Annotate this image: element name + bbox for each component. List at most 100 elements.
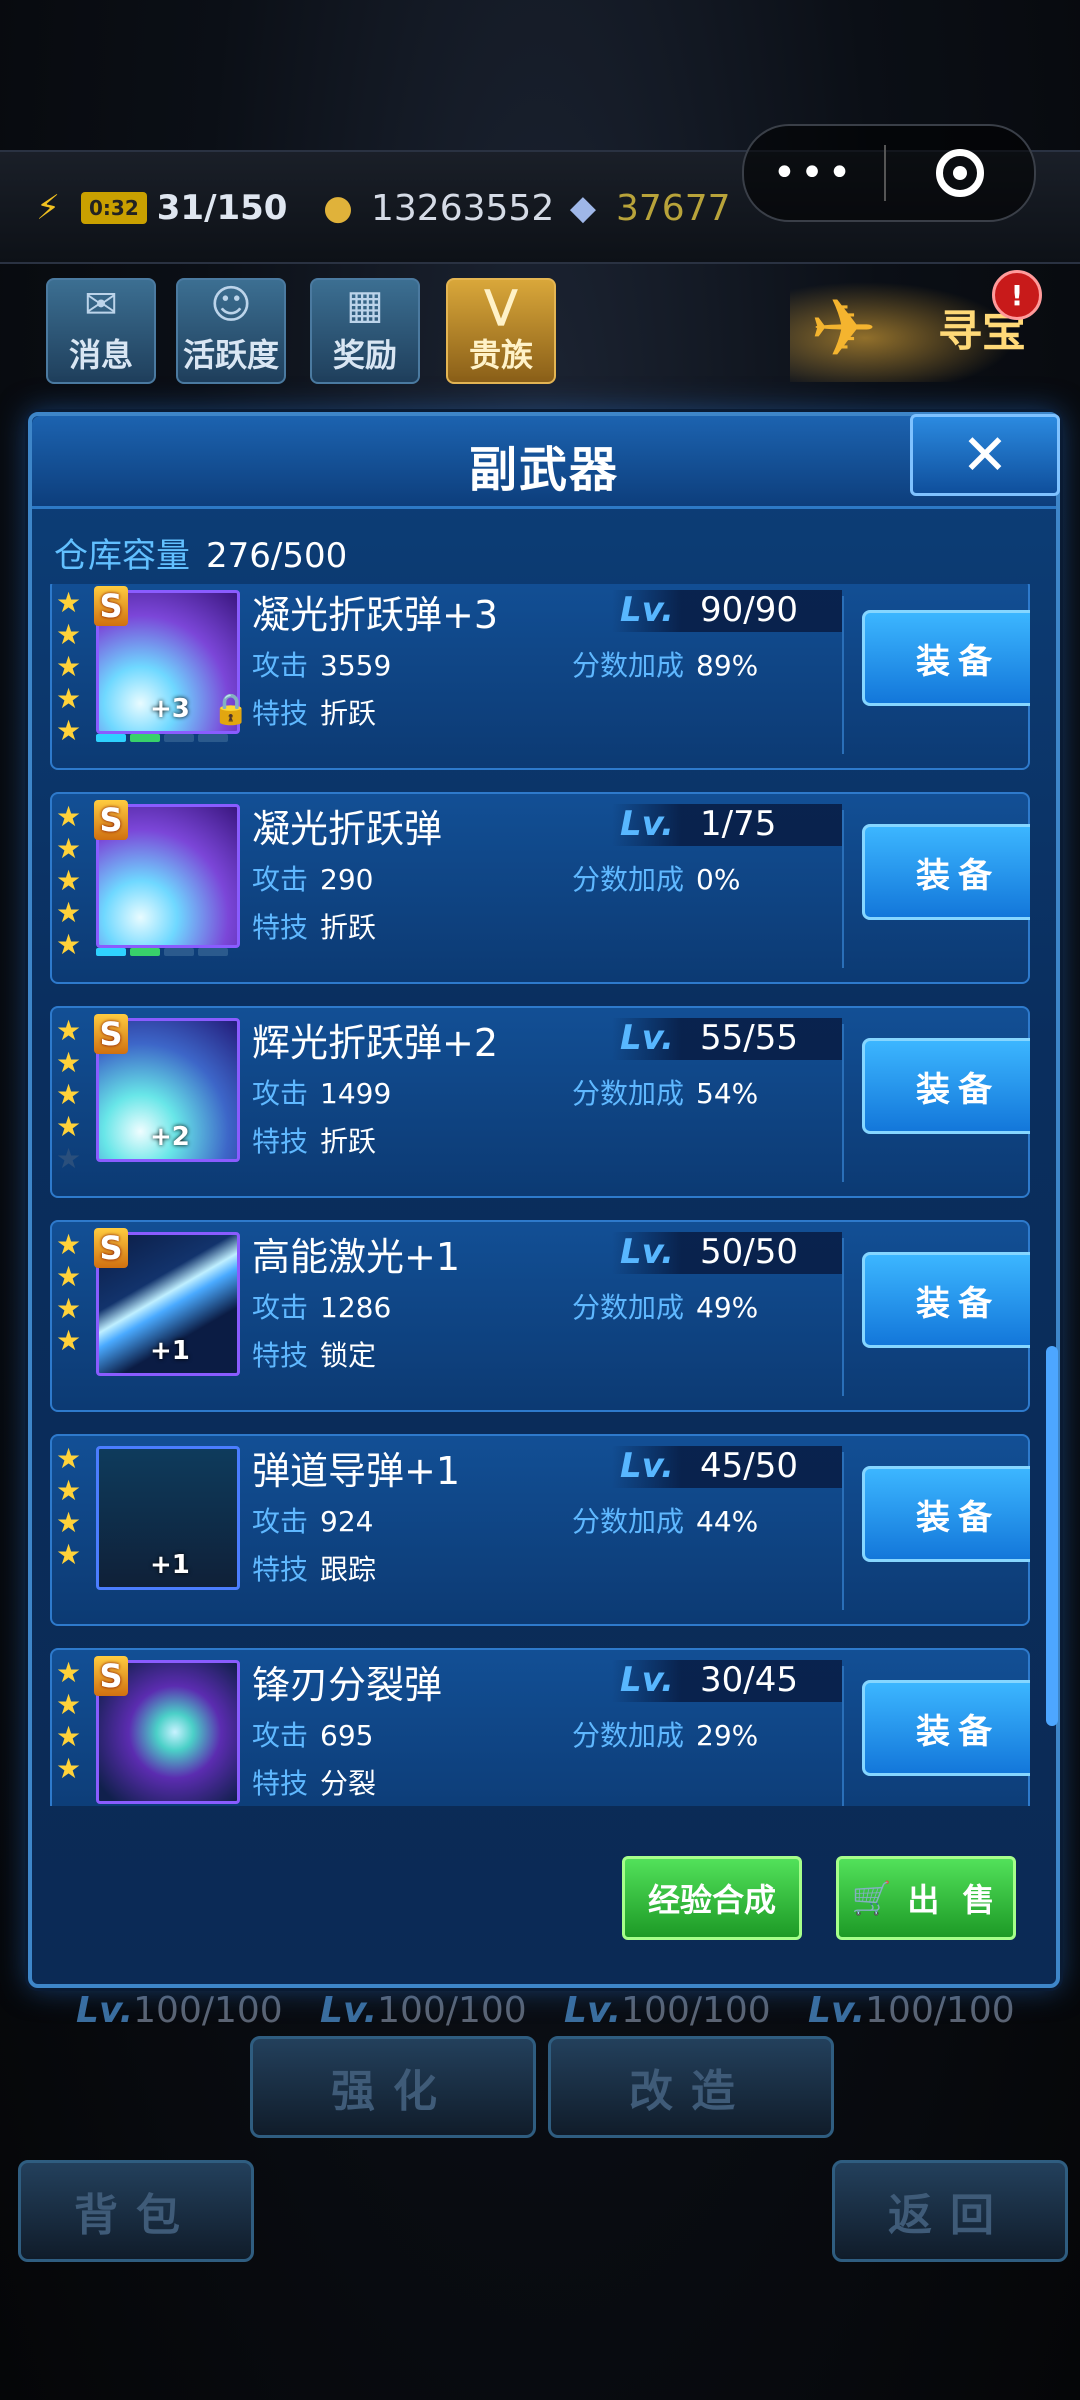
weapon-list[interactable]: ★ ★ ★ ★ ★ S +3 🔒 凝光折跃弹+3 Lv. 90/90 攻击 3559 分数加… xyxy=(50,584,1030,1806)
rarity-stars: ★ ★ ★ ★ ★ xyxy=(56,586,82,746)
weapon-name: 凝光折跃弹+3 xyxy=(252,593,499,637)
upgrade-level: +3 xyxy=(150,694,190,724)
enhance-button[interactable]: 强化 xyxy=(250,2036,536,2138)
attack-stat: 攻击 290 xyxy=(252,863,374,896)
star-icon: ★ xyxy=(56,586,82,619)
s-rank-badge: S xyxy=(94,1228,128,1268)
star-icon: ★ xyxy=(56,864,82,897)
energy-timer: 0:32 xyxy=(81,192,147,224)
weapon-level: Lv. 90/90 xyxy=(612,590,842,632)
weapon-name: 辉光折跃弹+2 xyxy=(252,1021,499,1065)
rewards-button[interactable]: ▦ 奖励 xyxy=(310,278,420,384)
sell-label: 出 售 xyxy=(907,1881,1001,1919)
weapon-card[interactable]: ★ ★ ★ ★ S +1 高能激光+1 Lv. 50/50 攻击 1286 分数加成 49%… xyxy=(50,1220,1030,1412)
chevron-badge-icon: ⋁ xyxy=(484,282,518,328)
star-icon: ★ xyxy=(56,1752,82,1785)
star-icon: ★ xyxy=(56,1014,82,1047)
skill-stat: 特技 跟踪 xyxy=(252,1553,377,1586)
weapon-level: Lv. 50/50 xyxy=(612,1232,842,1274)
star-icon: ★ xyxy=(56,1656,82,1689)
star-icon: ★ xyxy=(56,800,82,833)
weapon-card[interactable]: ★ ★ ★ ★ ★ S +3 🔒 凝光折跃弹+3 Lv. 90/90 攻击 3559 分数加… xyxy=(50,584,1030,770)
secondary-weapon-dialog: 副武器 ✕ 仓库容量 276/500 ★ ★ ★ ★ ★ S +3 🔒 凝光折跃弹+3 L… xyxy=(28,412,1060,1988)
lightning-icon: ⚡ xyxy=(36,188,60,228)
skill-stat: 特技 分裂 xyxy=(252,1767,377,1800)
equip-button[interactable]: 装备 xyxy=(862,1038,1030,1134)
equip-button[interactable]: 装备 xyxy=(862,1252,1030,1348)
card-divider xyxy=(842,1666,844,1806)
equip-button[interactable]: 装备 xyxy=(862,1680,1030,1776)
star-icon: ★ xyxy=(56,896,82,929)
coin-icon: ● xyxy=(323,188,353,228)
equip-button[interactable]: 装备 xyxy=(862,824,1030,920)
activity-button[interactable]: ☺ 活跃度 xyxy=(176,278,286,384)
star-icon: ★ xyxy=(56,1720,82,1753)
energy-value: 31/150 xyxy=(156,188,288,228)
more-menu-icon[interactable]: ••• xyxy=(744,153,884,193)
weapon-name: 凝光折跃弹 xyxy=(252,807,443,851)
weapon-card[interactable]: ★ ★ ★ ★ ★ S 凝光折跃弹 Lv. 1/75 攻击 290 分数加成 0% 特技 折跃 … xyxy=(50,792,1030,984)
upgrade-level: +1 xyxy=(150,1550,190,1580)
star-icon: ★ xyxy=(56,1046,82,1079)
weapon-level: Lv. 55/55 xyxy=(612,1018,842,1060)
target-icon xyxy=(936,149,984,197)
skill-stat: 特技 折跃 xyxy=(252,911,377,944)
weapon-card[interactable]: ★ ★ ★ ★ S 锋刃分裂弹 Lv. 30/45 攻击 695 分数加成 29% 特技 分裂… xyxy=(50,1648,1030,1806)
upgrade-level: +1 xyxy=(150,1336,190,1366)
s-rank-badge: S xyxy=(94,1014,128,1054)
dialog-title: 副武器 xyxy=(468,442,619,498)
equip-button[interactable]: 装备 xyxy=(862,610,1030,706)
sell-button[interactable]: 🛒 出 售 xyxy=(836,1856,1016,1940)
cart-icon: 🛒 xyxy=(851,1879,898,1917)
jet-icon: ✈ xyxy=(810,282,878,375)
close-button[interactable]: ✕ xyxy=(910,414,1060,496)
star-icon: ★ xyxy=(56,1228,82,1261)
rarity-stars: ★ ★ ★ ★ xyxy=(56,1228,82,1357)
weapon-level: Lv. 45/50 xyxy=(612,1446,842,1488)
storage-capacity: 仓库容量 276/500 xyxy=(54,528,347,577)
card-divider xyxy=(842,1452,844,1610)
weapon-name: 高能激光+1 xyxy=(252,1235,461,1279)
star-icon: ★ xyxy=(56,1078,82,1111)
star-icon: ★ xyxy=(56,618,82,651)
slot-pips xyxy=(96,734,228,742)
score-bonus-stat: 分数加成 49% xyxy=(572,1291,759,1324)
coins-stat[interactable]: ● 13263552 xyxy=(315,182,554,234)
bag-button[interactable]: 背包 xyxy=(18,2160,254,2262)
close-miniprogram-button[interactable] xyxy=(886,149,1034,197)
rarity-stars: ★ ★ ★ ★ xyxy=(56,1656,82,1785)
card-divider xyxy=(842,810,844,968)
star-icon: ★ xyxy=(56,1292,82,1325)
star-icon: ★ xyxy=(56,1442,82,1475)
weapon-level: Lv. 30/45 xyxy=(612,1660,842,1702)
diamond-icon: ◆ xyxy=(569,188,597,228)
gift-icon: ▦ xyxy=(346,282,384,328)
smile-badge-icon: ☺ xyxy=(210,282,252,328)
notification-badge: ! xyxy=(992,270,1042,320)
weapon-card[interactable]: ★ ★ ★ ★ +1 弹道导弹+1 Lv. 45/50 攻击 924 分数加成 44% 特技… xyxy=(50,1434,1030,1626)
equip-button[interactable]: 装备 xyxy=(862,1466,1030,1562)
star-icon: ★ xyxy=(56,928,82,961)
energy-stat[interactable]: ⚡ 0:32 31/150 xyxy=(25,182,287,234)
card-divider xyxy=(842,1238,844,1396)
score-bonus-stat: 分数加成 89% xyxy=(572,649,759,682)
star-icon: ★ xyxy=(56,1324,82,1357)
back-button[interactable]: 返回 xyxy=(832,2160,1068,2262)
exp-merge-button[interactable]: 经验合成 xyxy=(622,1856,802,1940)
messages-button[interactable]: ✉ 消息 xyxy=(46,278,156,384)
card-divider xyxy=(842,596,844,754)
rarity-stars: ★ ★ ★ ★ xyxy=(56,1442,82,1570)
list-scrollbar[interactable] xyxy=(1046,1346,1058,1726)
noble-button[interactable]: ⋁ 贵族 xyxy=(446,278,556,384)
gems-stat[interactable]: ◆ 37677 xyxy=(560,182,731,234)
skill-stat: 特技 锁定 xyxy=(252,1339,377,1372)
modify-button[interactable]: 改造 xyxy=(548,2036,834,2138)
lv-indicator: Lv.100/100 xyxy=(808,1990,1015,2031)
gems-value: 37677 xyxy=(616,187,731,229)
star-icon: ★ xyxy=(56,650,82,683)
score-bonus-stat: 分数加成 29% xyxy=(572,1719,759,1752)
rewards-label: 奖励 xyxy=(332,336,397,374)
slot-pips xyxy=(96,948,228,956)
weapon-card[interactable]: ★ ★ ★ ★ ★ S +2 辉光折跃弹+2 Lv. 55/55 攻击 1499 分数加成 5… xyxy=(50,1006,1030,1198)
star-icon: ★ xyxy=(56,832,82,865)
